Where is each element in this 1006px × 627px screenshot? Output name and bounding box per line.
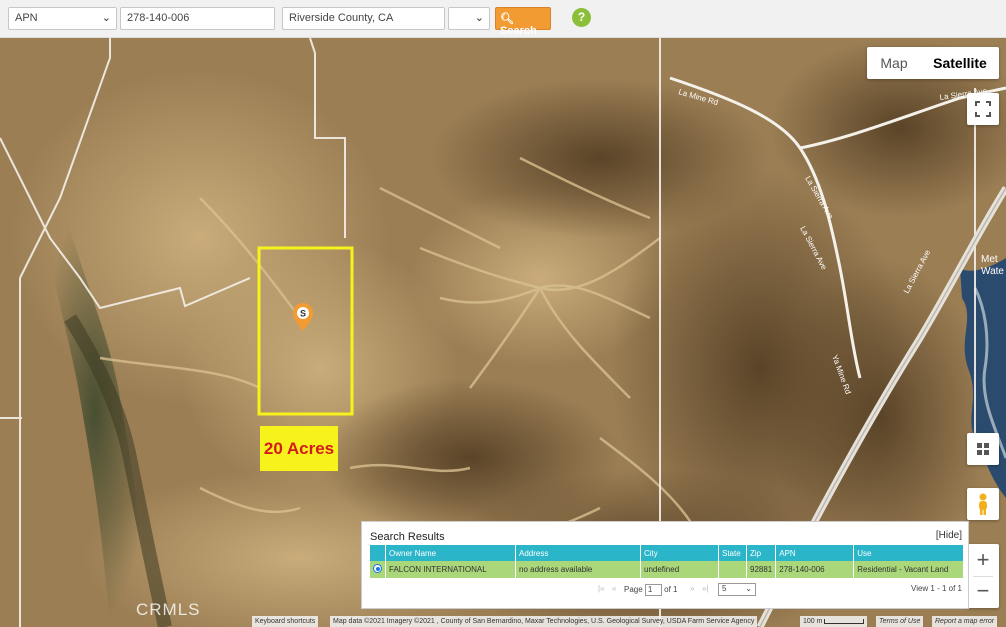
state-cell — [718, 561, 747, 578]
map-type-control: Map Satellite — [867, 47, 999, 79]
zip-cell: 92881 — [746, 561, 777, 578]
zoom-control: + − — [967, 544, 999, 608]
last-page-icon[interactable]: »| — [702, 584, 709, 593]
city-cell: undefined — [640, 561, 719, 578]
county-input[interactable]: Riverside County, CA — [282, 7, 445, 30]
results-title: Search Results — [370, 531, 445, 543]
keyboard-shortcuts-link[interactable]: Keyboard shortcuts — [252, 616, 319, 627]
scale-bar[interactable]: 100 m — [800, 616, 868, 627]
column-header[interactable]: Owner Name — [385, 545, 516, 561]
page-input[interactable]: 1 — [644, 584, 662, 596]
select-column-header — [370, 545, 386, 561]
scale-line — [824, 618, 865, 624]
per-page-value: 5 — [722, 584, 727, 593]
water-label-1: Met — [981, 254, 998, 265]
prev-page-icon[interactable]: « — [612, 584, 616, 593]
chevron-down-icon: ⌄ — [474, 12, 484, 24]
report-error-link[interactable]: Report a map error — [932, 616, 998, 627]
search-button[interactable]: 🔍︎Search — [495, 7, 551, 37]
layers-button[interactable] — [967, 433, 999, 465]
per-page-select[interactable]: 5 ⌄ — [718, 583, 756, 596]
search-toolbar: APN ⌄ 278-140-006 Riverside County, CA ⌄… — [0, 0, 1006, 38]
map-type-map-button[interactable]: Map — [867, 47, 921, 79]
next-page-icon[interactable]: » — [690, 584, 694, 593]
chevron-down-icon: ⌄ — [101, 12, 111, 24]
extra-select[interactable]: ⌄ — [448, 7, 490, 30]
page-of-label: of 1 — [664, 585, 678, 595]
marker-label: S — [300, 309, 306, 319]
terms-link[interactable]: Terms of Use — [876, 616, 924, 627]
use-cell: Residential - Vacant Land — [853, 561, 964, 578]
owner-cell: FALCON INTERNATIONAL — [385, 561, 516, 578]
search-icon: 🔍︎ — [500, 13, 514, 25]
row-select-radio[interactable] — [370, 561, 386, 578]
results-table: Owner Name Address City State Zip APN Us… — [370, 545, 964, 578]
street-view-button[interactable] — [967, 488, 999, 520]
view-count: View 1 - 1 of 1 — [911, 584, 962, 593]
apn-cell: 278-140-006 — [775, 561, 855, 578]
fullscreen-button[interactable] — [967, 93, 999, 125]
search-results-panel: Search Results [Hide] Owner Name Address… — [361, 521, 969, 609]
column-header[interactable]: Address — [515, 545, 641, 561]
chevron-down-icon: ⌄ — [745, 584, 752, 593]
column-header[interactable]: Use — [853, 545, 964, 561]
scale-label: 100 m — [803, 618, 823, 625]
watermark: CRMLS — [136, 600, 201, 619]
hide-results-link[interactable]: [Hide] — [936, 530, 962, 541]
acres-label: 20 Acres — [260, 426, 338, 471]
pager: |« « Page 1 of 1 » »| 5 ⌄ View 1 - 1 of … — [370, 582, 964, 598]
search-type-select[interactable]: APN ⌄ — [8, 7, 117, 30]
column-header[interactable]: State — [718, 545, 747, 561]
fullscreen-icon — [975, 101, 991, 117]
column-header[interactable]: Zip — [746, 545, 777, 561]
map-data-attribution: Map data ©2021 Imagery ©2021 , County of… — [330, 616, 758, 627]
page-indicator: Page 1 of 1 — [624, 584, 678, 596]
column-header[interactable]: City — [640, 545, 719, 561]
pegman-icon — [979, 493, 987, 515]
table-row[interactable]: FALCON INTERNATIONAL no address availabl… — [370, 561, 964, 578]
map-type-satellite-button[interactable]: Satellite — [921, 47, 999, 79]
first-page-icon[interactable]: |« — [598, 584, 605, 593]
zoom-out-button[interactable]: − — [967, 576, 999, 608]
search-type-value: APN — [15, 12, 38, 24]
address-cell: no address available — [515, 561, 641, 578]
help-icon[interactable]: ? — [572, 8, 591, 27]
search-query-input[interactable]: 278-140-006 — [120, 7, 275, 30]
county-value: Riverside County, CA — [289, 12, 394, 24]
table-header-row: Owner Name Address City State Zip APN Us… — [370, 545, 964, 561]
radio-icon[interactable] — [373, 564, 382, 573]
search-button-label: Search — [500, 25, 537, 37]
grid-icon — [977, 443, 989, 455]
search-query-value: 278-140-006 — [127, 12, 190, 24]
page-label: Page — [624, 585, 643, 595]
zoom-in-button[interactable]: + — [967, 544, 999, 576]
water-label-2: Wate — [981, 266, 1004, 277]
column-header[interactable]: APN — [775, 545, 855, 561]
